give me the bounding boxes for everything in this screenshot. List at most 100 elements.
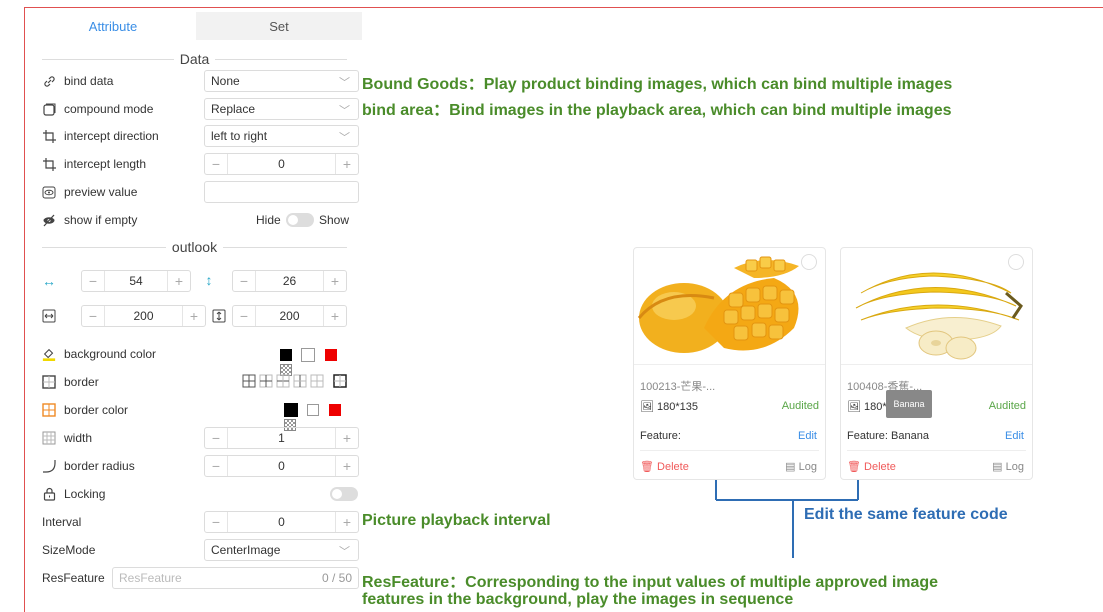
row-size: − 200 + − 200 + bbox=[42, 304, 348, 328]
w-value[interactable]: 200 bbox=[105, 309, 182, 323]
log-label: Log bbox=[798, 461, 817, 473]
increment-button[interactable]: + bbox=[335, 154, 358, 174]
swatch-red[interactable] bbox=[328, 403, 341, 416]
swatch-black[interactable] bbox=[284, 402, 298, 417]
w-stepper[interactable]: − 200 + bbox=[81, 305, 206, 327]
select-radio[interactable] bbox=[801, 254, 817, 270]
swatch-black[interactable] bbox=[280, 348, 292, 361]
image-card-mango[interactable]: 100213-芒果-... 🖼 180*135 Audited Feature:… bbox=[633, 247, 826, 480]
intercept-length-value[interactable]: 0 bbox=[228, 157, 335, 171]
log-button[interactable]: ▤ Log bbox=[992, 460, 1024, 473]
intercept-length-stepper[interactable]: − 0 + bbox=[204, 153, 359, 175]
increment-button[interactable]: + bbox=[182, 306, 205, 326]
card-status: Audited bbox=[988, 400, 1026, 412]
section-outlook: outlook bbox=[42, 238, 347, 256]
intercept-direction-value: left to right bbox=[211, 129, 268, 143]
preview-value-input[interactable] bbox=[204, 181, 359, 203]
properties-panel: Attribute Set Data bind data None ﹀ comp… bbox=[30, 12, 362, 612]
card-size-value: 180*135 bbox=[657, 401, 699, 413]
tab-set[interactable]: Set bbox=[196, 12, 362, 40]
crop-icon bbox=[42, 129, 56, 143]
width-value[interactable]: 1 bbox=[228, 431, 335, 445]
res-feature-input[interactable]: ResFeature 0 / 50 bbox=[112, 567, 359, 589]
res-feature-placeholder: ResFeature bbox=[119, 571, 182, 585]
card-feature: Feature: bbox=[640, 430, 681, 442]
show-if-empty-toggle[interactable] bbox=[286, 213, 314, 227]
interval-value[interactable]: 0 bbox=[228, 515, 335, 529]
increment-button[interactable]: + bbox=[335, 428, 358, 448]
trash-icon: 🗑 bbox=[640, 461, 654, 473]
increment-button[interactable]: + bbox=[335, 512, 358, 532]
y-stepper[interactable]: − 26 + bbox=[232, 270, 347, 292]
increment-button[interactable]: + bbox=[167, 271, 190, 291]
res-feature-count: 0 / 50 bbox=[321, 571, 352, 585]
border-radius-value[interactable]: 0 bbox=[228, 459, 335, 473]
decrement-button[interactable]: − bbox=[233, 306, 256, 326]
border-inner-icon[interactable] bbox=[259, 374, 273, 388]
x-stepper[interactable]: − 54 + bbox=[81, 270, 191, 292]
border-icon bbox=[42, 375, 56, 389]
annotation-bound-goods: Bound Goods：Play product binding images,… bbox=[362, 76, 953, 93]
interval-stepper[interactable]: − 0 + bbox=[204, 511, 359, 533]
interval-label: Interval bbox=[42, 515, 82, 529]
eye-off-icon bbox=[42, 213, 56, 227]
border-all-icon[interactable] bbox=[242, 374, 256, 388]
preview-value-label: preview value bbox=[64, 185, 138, 199]
panel-tabs: Attribute Set bbox=[30, 12, 362, 40]
decrement-button[interactable]: − bbox=[82, 271, 105, 291]
image-icon: 🖼 bbox=[847, 401, 861, 413]
select-radio[interactable] bbox=[1008, 254, 1024, 270]
hide-label: Hide bbox=[256, 213, 281, 227]
locking-toggle[interactable] bbox=[330, 487, 358, 501]
decrement-button[interactable]: − bbox=[205, 512, 228, 532]
width-stepper[interactable]: − 1 + bbox=[204, 427, 359, 449]
intercept-direction-label: intercept direction bbox=[64, 129, 159, 143]
row-border-radius: border radius − 0 + bbox=[42, 454, 359, 478]
border-outer-icon[interactable] bbox=[333, 374, 347, 388]
increment-button[interactable]: + bbox=[323, 271, 346, 291]
edit-link[interactable]: Edit bbox=[798, 430, 817, 442]
background-color-label: background color bbox=[64, 347, 157, 361]
x-value[interactable]: 54 bbox=[105, 274, 167, 288]
card-size: 🖼 180*135 bbox=[640, 400, 698, 413]
card-code: 100213-芒果-... bbox=[640, 381, 716, 393]
decrement-button[interactable]: − bbox=[205, 154, 228, 174]
border-horizontal-icon[interactable] bbox=[276, 374, 290, 388]
decrement-button[interactable]: − bbox=[205, 456, 228, 476]
feature-tooltip: Banana bbox=[886, 390, 932, 418]
intercept-direction-select[interactable]: left to right ﹀ bbox=[204, 125, 359, 147]
tab-attribute[interactable]: Attribute bbox=[30, 12, 196, 40]
log-icon: ▤ bbox=[992, 461, 1003, 473]
delete-button[interactable]: 🗑 Delete bbox=[640, 460, 689, 473]
border-radius-stepper[interactable]: − 0 + bbox=[204, 455, 359, 477]
width-icon bbox=[42, 309, 56, 323]
bind-data-label: bind data bbox=[64, 74, 114, 88]
increment-button[interactable]: + bbox=[335, 456, 358, 476]
layers-icon bbox=[42, 102, 56, 116]
row-compound-mode: compound mode Replace ﹀ bbox=[42, 97, 359, 121]
size-mode-select[interactable]: CenterImage ﹀ bbox=[204, 539, 359, 561]
increment-button[interactable]: + bbox=[323, 306, 346, 326]
h-value[interactable]: 200 bbox=[256, 309, 323, 323]
edit-link[interactable]: Edit bbox=[1005, 430, 1024, 442]
log-button[interactable]: ▤ Log bbox=[785, 460, 817, 473]
swatch-white[interactable] bbox=[307, 403, 320, 416]
border-color-icon bbox=[42, 403, 56, 417]
compound-mode-select[interactable]: Replace ﹀ bbox=[204, 98, 359, 120]
image-card-banana[interactable]: 100408-香蕉-... 🖼 180*135 Audited Feature:… bbox=[840, 247, 1033, 480]
decrement-button[interactable]: − bbox=[82, 306, 105, 326]
decrement-button[interactable]: − bbox=[205, 428, 228, 448]
show-if-empty-label: show if empty bbox=[64, 213, 138, 227]
border-vertical-icon[interactable] bbox=[293, 374, 307, 388]
swatch-red[interactable] bbox=[324, 348, 337, 361]
eye-icon bbox=[42, 185, 56, 199]
bind-data-select[interactable]: None ﹀ bbox=[204, 70, 359, 92]
h-stepper[interactable]: − 200 + bbox=[232, 305, 347, 327]
row-intercept-length: intercept length − 0 + bbox=[42, 152, 359, 176]
decrement-button[interactable]: − bbox=[233, 271, 256, 291]
y-value[interactable]: 26 bbox=[256, 274, 323, 288]
border-none-icon[interactable] bbox=[310, 374, 324, 388]
intercept-length-label: intercept length bbox=[64, 157, 147, 171]
delete-button[interactable]: 🗑 Delete bbox=[847, 460, 896, 473]
swatch-white[interactable] bbox=[301, 347, 316, 362]
